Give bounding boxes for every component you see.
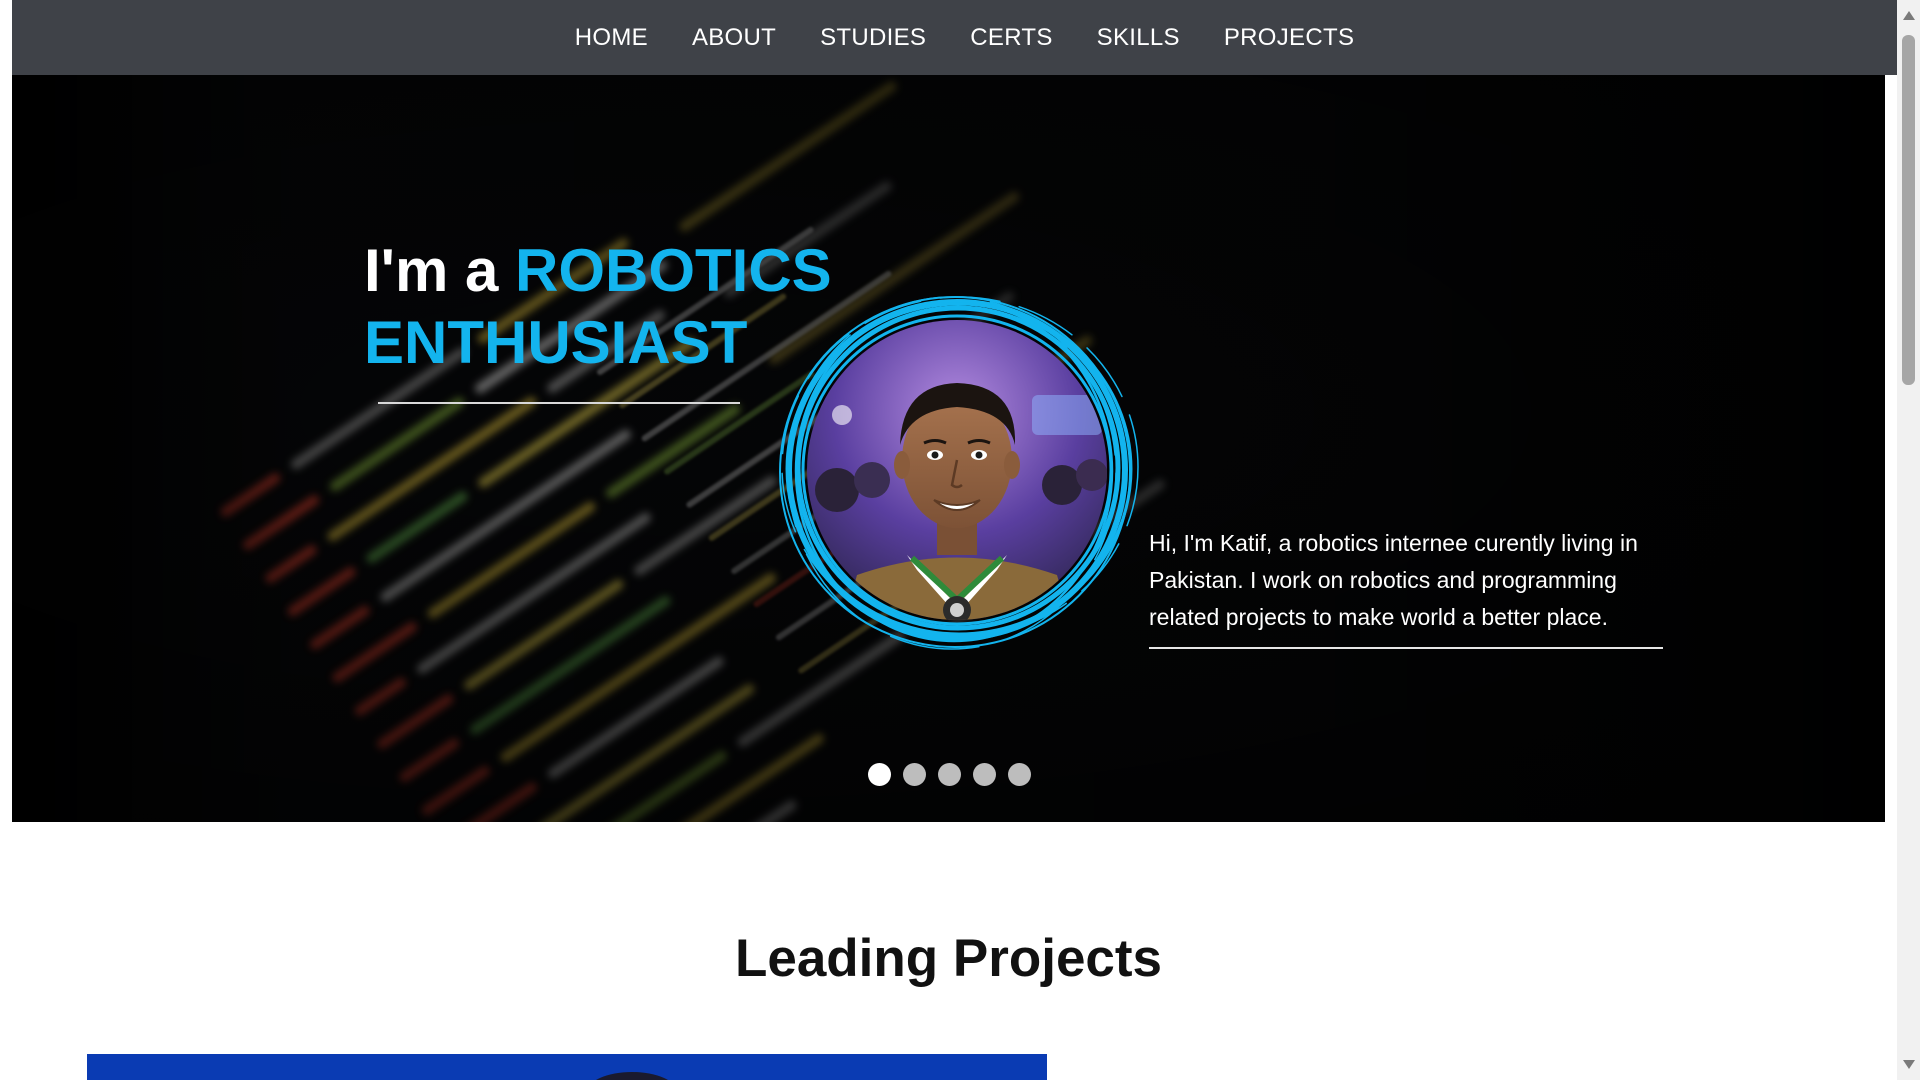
headline-divider [378, 402, 740, 404]
project-card-image[interactable] [87, 1054, 1047, 1080]
scroll-up-arrow-icon[interactable] [1903, 11, 1915, 20]
portrait-image [779, 296, 1139, 650]
nav-home-link[interactable]: HOME [553, 24, 670, 52]
nav-about-link[interactable]: ABOUT [670, 24, 798, 52]
slider-dot-2[interactable] [903, 763, 926, 786]
nav-skills-link[interactable]: SKILLS [1075, 24, 1202, 52]
slider-dot-1[interactable] [868, 763, 891, 786]
slider-dot-3[interactable] [938, 763, 961, 786]
nav-projects-link[interactable]: PROJECTS [1202, 24, 1376, 52]
left-gutter [0, 0, 12, 1080]
slider-dot-5[interactable] [1008, 763, 1031, 786]
slider-dot-4[interactable] [973, 763, 996, 786]
bio-divider [1149, 647, 1663, 649]
headline-accent-enthusiast: ENTHUSIAST [364, 309, 748, 376]
hero-bio-text: Hi, I'm Katif, a robotics internee curen… [1149, 530, 1638, 630]
scroll-down-arrow-icon[interactable] [1903, 1060, 1915, 1069]
top-navbar: HOME ABOUT STUDIES CERTS SKILLS PROJECTS [12, 0, 1897, 75]
leading-projects-title: Leading Projects [734, 929, 1163, 988]
scrollbar-thumb[interactable] [1902, 35, 1915, 385]
nav-certs-link[interactable]: CERTS [948, 24, 1074, 52]
nav-list: HOME ABOUT STUDIES CERTS SKILLS PROJECTS [553, 24, 1377, 52]
project-card-subject [587, 1072, 677, 1080]
headline-prefix: I'm a [364, 237, 515, 304]
slider-pagination [868, 763, 1031, 786]
page: HOME ABOUT STUDIES CERTS SKILLS PROJECTS [0, 0, 1920, 1080]
vertical-scrollbar[interactable] [1897, 0, 1920, 1080]
hero-slider: I'm a ROBOTICS ENTHUSIAST Hi, I'm Katif,… [12, 75, 1885, 822]
nav-studies-link[interactable]: STUDIES [798, 24, 948, 52]
profile-portrait [762, 275, 1152, 665]
